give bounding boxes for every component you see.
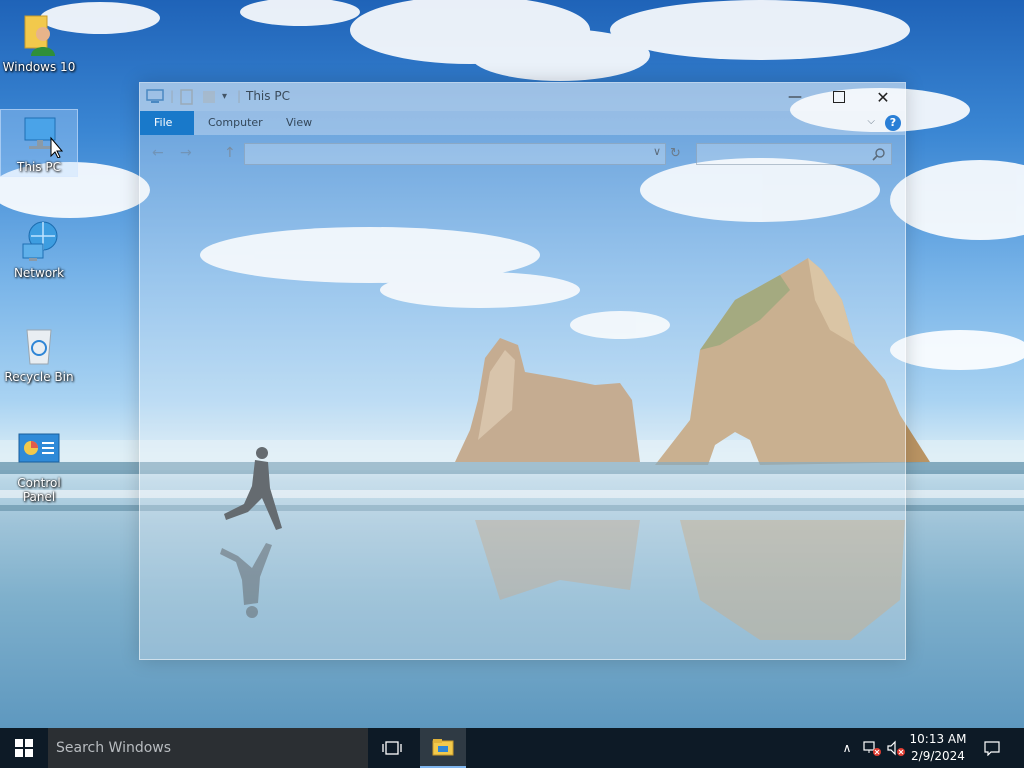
back-arrow-icon[interactable]: ← bbox=[152, 145, 164, 161]
address-bar[interactable]: ∨ bbox=[244, 143, 666, 165]
maximize-button[interactable] bbox=[817, 83, 861, 111]
desktop-icon-recycle-bin[interactable]: Recycle Bin bbox=[1, 320, 77, 384]
navigation-bar: ← → ↑ ∨ ↻ bbox=[140, 137, 905, 169]
desktop-icon-network[interactable]: Network bbox=[1, 216, 77, 280]
toolbar-separator: | bbox=[170, 89, 175, 103]
taskbar-search-box[interactable]: Search Windows bbox=[48, 728, 368, 768]
desktop-icon-windows-10[interactable]: Windows 10 bbox=[1, 10, 77, 74]
desktop[interactable]: Windows 10 This PC Network Recycle Bin C… bbox=[0, 0, 1024, 728]
clock-date: 2/9/2024 bbox=[911, 749, 965, 763]
notification-icon bbox=[984, 741, 1000, 756]
show-hidden-icons-button[interactable]: ∧ bbox=[838, 728, 856, 768]
taskbar-clock[interactable]: 10:13 AM 2/9/2024 bbox=[906, 731, 970, 765]
desktop-icon-label: Network bbox=[13, 266, 65, 280]
new-folder-icon[interactable] bbox=[202, 89, 216, 105]
volume-muted-icon bbox=[887, 740, 905, 756]
refresh-icon[interactable]: ↻ bbox=[670, 146, 681, 161]
minimize-button[interactable]: — bbox=[773, 83, 817, 111]
toolbar-separator: | bbox=[237, 89, 242, 103]
folder-icon bbox=[432, 739, 454, 756]
customize-toolbar-icon[interactable]: ▾ bbox=[222, 91, 227, 107]
control-panel-icon bbox=[15, 426, 63, 474]
close-icon: ✕ bbox=[876, 87, 890, 107]
computer-icon bbox=[15, 110, 64, 159]
taskbar: Search Windows ∧ 10:13 AM 2/9/2024 bbox=[0, 728, 1024, 768]
desktop-icon-label: Windows 10 bbox=[2, 60, 76, 74]
tab-file[interactable]: File bbox=[140, 111, 194, 135]
minimize-icon: — bbox=[788, 89, 802, 105]
network-icon bbox=[15, 216, 63, 264]
close-button[interactable]: ✕ bbox=[861, 83, 905, 111]
tab-computer[interactable]: Computer bbox=[194, 111, 277, 135]
desktop-icon-control-panel[interactable]: Control Panel bbox=[1, 426, 77, 504]
up-arrow-icon[interactable]: ↑ bbox=[224, 145, 236, 161]
network-tray-button[interactable] bbox=[860, 728, 884, 768]
task-view-button[interactable] bbox=[372, 728, 412, 768]
desktop-icon-label: Recycle Bin bbox=[4, 370, 74, 384]
user-folder-icon bbox=[15, 10, 63, 58]
desktop-icon-label: This PC bbox=[17, 160, 61, 174]
chevron-up-icon: ∧ bbox=[842, 741, 852, 755]
network-disconnected-icon bbox=[863, 741, 881, 756]
help-icon[interactable]: ? bbox=[885, 115, 901, 131]
taskbar-search-placeholder: Search Windows bbox=[56, 740, 172, 756]
chevron-down-icon[interactable]: ∨ bbox=[653, 145, 661, 158]
clock-time: 10:13 AM bbox=[909, 732, 967, 746]
volume-tray-button[interactable] bbox=[884, 728, 908, 768]
properties-icon[interactable] bbox=[180, 89, 194, 105]
window-title: This PC bbox=[246, 89, 290, 103]
search-icon bbox=[872, 146, 886, 165]
tab-view[interactable]: View bbox=[272, 111, 326, 135]
desktop-icon-label: Control Panel bbox=[17, 476, 61, 504]
expand-ribbon-icon[interactable]: ⌵ bbox=[867, 116, 875, 127]
search-input[interactable] bbox=[696, 143, 892, 165]
desktop-icon-this-pc[interactable]: This PC bbox=[0, 109, 78, 177]
task-view-icon bbox=[382, 741, 402, 755]
computer-small-icon bbox=[146, 89, 164, 105]
action-center-button[interactable] bbox=[980, 728, 1004, 768]
ribbon-tabs: File Computer View ⌵ ? bbox=[140, 111, 905, 135]
file-explorer-taskbar-button[interactable] bbox=[420, 728, 466, 768]
windows-logo-icon bbox=[15, 739, 33, 757]
title-bar[interactable]: | ▾ | This PC — ✕ bbox=[140, 83, 905, 111]
maximize-icon bbox=[833, 91, 845, 103]
explorer-window[interactable]: | ▾ | This PC — ✕ File Computer View ⌵ ?… bbox=[139, 82, 906, 660]
start-button[interactable] bbox=[0, 728, 48, 768]
forward-arrow-icon[interactable]: → bbox=[180, 145, 192, 161]
recycle-bin-icon bbox=[15, 320, 63, 368]
